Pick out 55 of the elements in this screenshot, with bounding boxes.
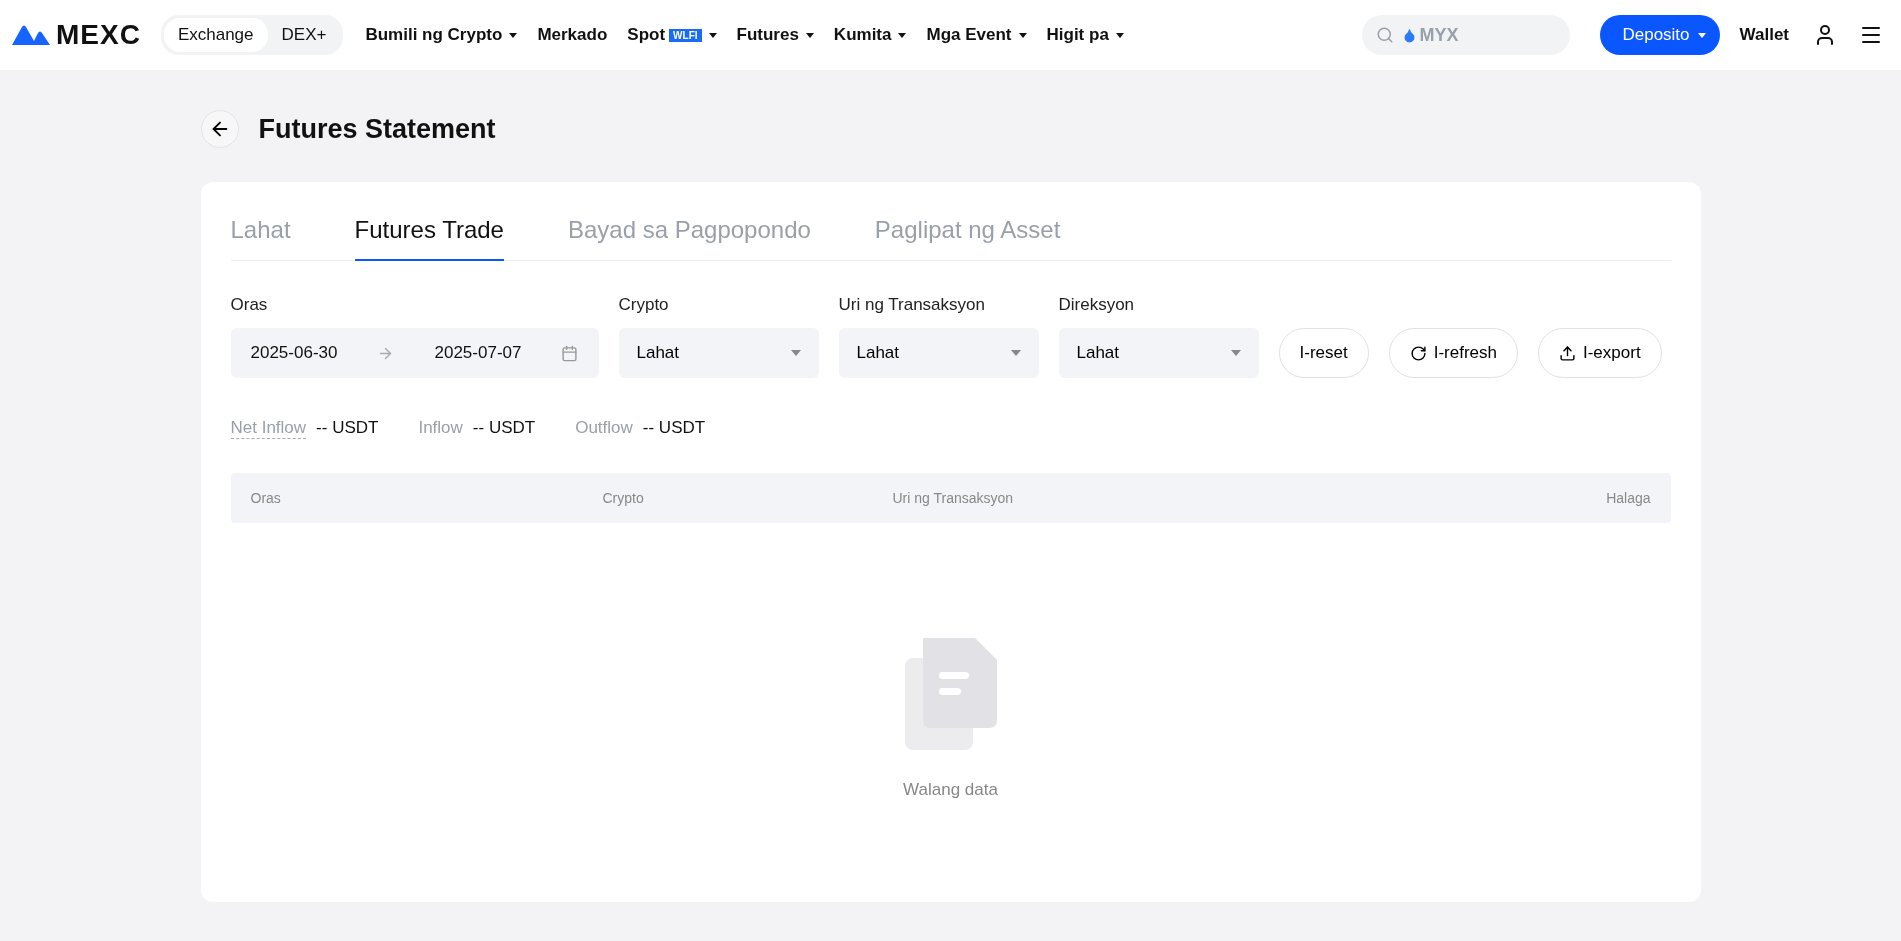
nav-menu-item[interactable]: Bumili ng Crypto bbox=[365, 25, 518, 45]
calendar-icon bbox=[561, 344, 579, 362]
menu-badge: WLFI bbox=[669, 28, 702, 42]
select-field[interactable]: Lahat bbox=[838, 328, 1039, 378]
nav-menu-item[interactable]: Kumita bbox=[833, 25, 907, 45]
upload-icon bbox=[1559, 344, 1576, 362]
search-placeholder: MYX bbox=[1419, 24, 1459, 46]
switch-option[interactable]: DEX+ bbox=[267, 18, 341, 52]
date-range-field[interactable]: 2025-06-30 2025-07-07 bbox=[230, 328, 599, 378]
nav-menu-item[interactable]: Spot WLFI bbox=[627, 25, 717, 45]
field-label: Direksyon bbox=[1058, 295, 1136, 315]
select-field[interactable]: Lahat bbox=[618, 328, 819, 378]
switch-option[interactable]: Exchange bbox=[163, 18, 268, 52]
action-button[interactable]: I-export bbox=[1538, 328, 1662, 378]
logo[interactable]: MEXC bbox=[12, 19, 141, 51]
caret-icon bbox=[1115, 32, 1124, 38]
summary-label: Outflow bbox=[575, 418, 633, 439]
caret-icon bbox=[1230, 350, 1241, 356]
field-label: Oras bbox=[230, 295, 269, 315]
empty-message: Walang data bbox=[903, 780, 998, 800]
back-button[interactable] bbox=[200, 110, 239, 148]
action-button[interactable]: I-refresh bbox=[1388, 328, 1518, 378]
summary-label: Net Inflow bbox=[230, 418, 307, 439]
select-field[interactable]: Lahat bbox=[1058, 328, 1259, 378]
column-header: Uri ng Transaksyon bbox=[892, 490, 1015, 506]
caret-icon bbox=[708, 32, 717, 38]
caret-icon bbox=[898, 32, 907, 38]
field-label: Crypto bbox=[618, 295, 670, 315]
nav-menu-item[interactable]: Merkado bbox=[537, 25, 608, 45]
column-header: Halaga bbox=[1606, 490, 1651, 506]
field-label: Uri ng Transaksyon bbox=[838, 295, 986, 315]
tab[interactable]: Futures Trade bbox=[354, 208, 504, 261]
summary-value: -- USDT bbox=[472, 418, 536, 439]
summary-label: Inflow bbox=[418, 418, 463, 439]
caret-icon bbox=[790, 350, 801, 356]
nav-menu-item[interactable]: Mga Event bbox=[926, 25, 1027, 45]
empty-document-icon bbox=[904, 638, 997, 750]
caret-icon bbox=[509, 32, 518, 38]
caret-icon bbox=[805, 32, 814, 38]
summary-value: -- USDT bbox=[642, 418, 706, 439]
column-header: Crypto bbox=[602, 490, 645, 506]
caret-icon bbox=[1010, 350, 1021, 356]
mountain-logo-icon bbox=[12, 23, 50, 47]
refresh-icon bbox=[1409, 344, 1427, 362]
page-title: Futures Statement bbox=[258, 113, 496, 145]
nav-menu-item[interactable]: Higit pa bbox=[1046, 25, 1124, 45]
nav-menu-item[interactable]: Futures bbox=[736, 25, 814, 45]
column-header: Oras bbox=[250, 490, 282, 506]
caret-icon bbox=[1018, 32, 1027, 38]
search-icon bbox=[1376, 26, 1395, 44]
deposit-button[interactable]: Deposito bbox=[1600, 15, 1720, 55]
action-button[interactable]: I-reset bbox=[1278, 328, 1369, 378]
caret-icon bbox=[1697, 32, 1706, 38]
wallet-link[interactable]: Wallet bbox=[1739, 25, 1789, 45]
summary-value: -- USDT bbox=[316, 418, 379, 439]
